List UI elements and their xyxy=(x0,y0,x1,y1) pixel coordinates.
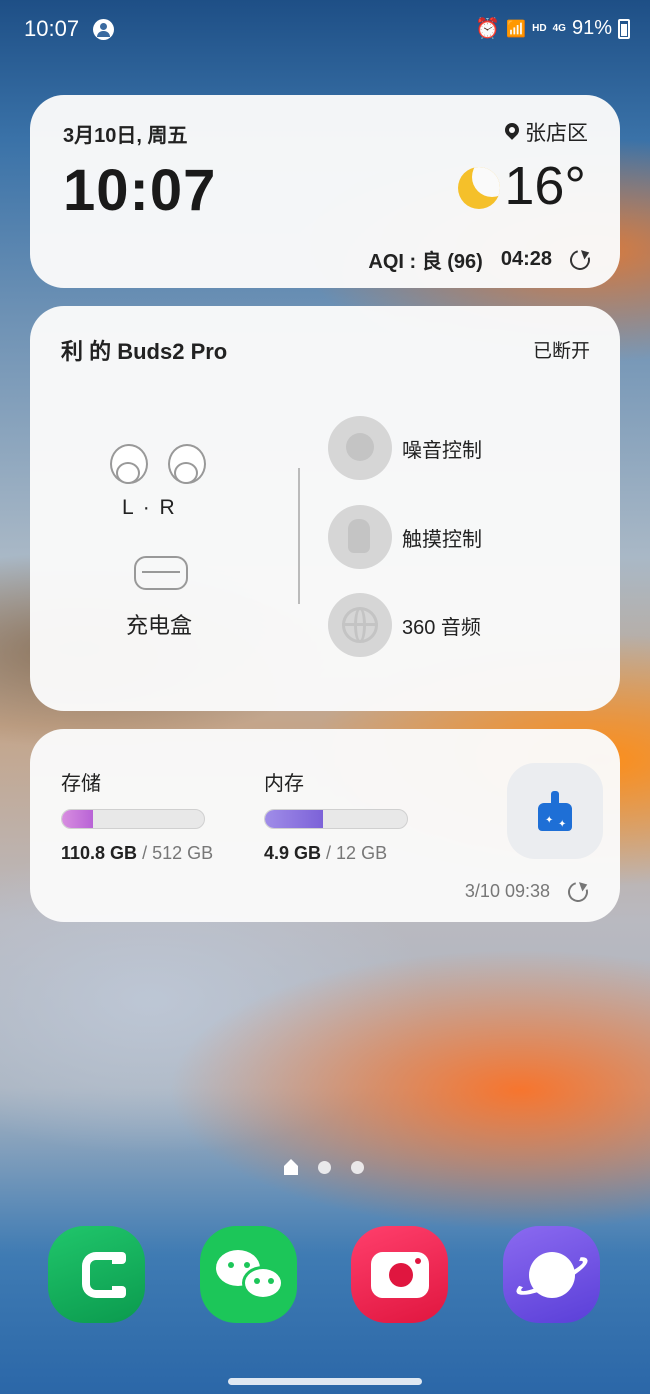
storage-updated-time: 3/10 09:38 xyxy=(464,881,550,901)
wechat-icon[interactable] xyxy=(200,1226,297,1323)
noise-control-label: 噪音控制 xyxy=(402,439,482,462)
touch-control-label: 触摸控制 xyxy=(402,528,482,551)
refresh-icon[interactable] xyxy=(564,877,592,906)
memory-value: 4.9 GB / 12 GB xyxy=(264,843,408,864)
storage-used: 110.8 GB xyxy=(61,843,138,863)
right-earbud-icon xyxy=(168,444,212,488)
alarm-icon: ⏰ xyxy=(475,18,501,40)
left-earbud-icon xyxy=(110,444,154,488)
navigation-handle[interactable] xyxy=(228,1378,422,1385)
storage-total: / 512 GB xyxy=(142,843,214,863)
touch-control-icon xyxy=(328,505,392,569)
device-care-widget[interactable]: 存储 110.8 GB / 512 GB 内存 4.9 GB / 12 GB ✦… xyxy=(30,729,620,922)
clock-time[interactable]: 10:07 xyxy=(63,157,216,224)
touch-control-button[interactable]: 触摸控制 xyxy=(328,505,482,569)
temperature[interactable]: 16° xyxy=(504,155,586,217)
audio-360-button[interactable]: 360 音频 xyxy=(328,593,481,657)
noise-control-icon xyxy=(328,416,392,480)
location-pin-icon xyxy=(505,123,519,141)
charging-case-icon xyxy=(134,556,188,590)
buds-connection-status: 已断开 xyxy=(532,341,590,362)
earbuds-icon xyxy=(110,444,214,490)
status-indicators: ⏰ 📶 HD 4G 91% xyxy=(475,16,630,41)
location-label: 张店区 xyxy=(525,122,588,145)
user-icon xyxy=(93,19,114,40)
buds-widget[interactable]: 利 的 Buds2 Pro 已断开 L · R 充电盒 噪音控制 触摸控制 36… xyxy=(30,306,620,711)
storage-value: 110.8 GB / 512 GB xyxy=(61,843,213,864)
noise-control-button[interactable]: 噪音控制 xyxy=(328,416,482,480)
hd-indicator: HD xyxy=(532,23,547,34)
buds-device-name: 利 的 Buds2 Pro xyxy=(61,339,228,364)
storage-section: 存储 110.8 GB / 512 GB xyxy=(61,767,213,864)
divider xyxy=(298,468,300,604)
memory-total: / 12 GB xyxy=(326,843,388,863)
status-time: 10:07 xyxy=(24,16,80,41)
audio-360-icon xyxy=(328,593,392,657)
location[interactable]: 张店区 xyxy=(505,117,588,147)
moon-icon xyxy=(458,167,500,209)
date-label: 3月10日, 周五 xyxy=(63,125,188,147)
storage-updated: 3/10 09:38 xyxy=(464,877,592,906)
home-page-icon[interactable] xyxy=(284,1159,298,1175)
broom-clean-icon: ✦ ✦ xyxy=(538,791,572,831)
page-dot[interactable] xyxy=(351,1161,364,1174)
page-dot[interactable] xyxy=(318,1161,331,1174)
battery-text: 91% xyxy=(571,17,612,39)
battery-icon xyxy=(618,18,630,39)
status-bar: 10:07 ⏰ 📶 HD 4G 91% xyxy=(0,0,650,60)
charging-case-label: 充电盒 xyxy=(126,613,193,638)
refresh-icon[interactable] xyxy=(566,245,594,274)
weather-updated-time: 04:28 xyxy=(500,248,552,270)
memory-progress-bar xyxy=(264,809,408,829)
memory-section: 内存 4.9 GB / 12 GB xyxy=(264,767,408,864)
wifi-icon: 📶 xyxy=(506,20,527,38)
phone-icon[interactable] xyxy=(48,1226,145,1323)
storage-title: 存储 xyxy=(61,773,101,795)
app-dock xyxy=(0,1226,650,1324)
aqi-label: AQI : 良 (96) xyxy=(368,251,483,273)
earbuds-label: L · R xyxy=(122,496,177,519)
memory-title: 内存 xyxy=(264,773,304,795)
page-indicator[interactable] xyxy=(284,1159,364,1175)
weather-details: AQI : 良 (96) 04:28 xyxy=(368,245,594,274)
internet-icon[interactable] xyxy=(503,1226,600,1323)
clean-now-button[interactable]: ✦ ✦ xyxy=(507,763,603,859)
camera-icon[interactable] xyxy=(351,1226,448,1323)
storage-progress-bar xyxy=(61,809,205,829)
memory-used: 4.9 GB xyxy=(264,843,322,863)
clock-weather-widget[interactable]: 3月10日, 周五 张店区 10:07 16° AQI : 良 (96) 04:… xyxy=(30,95,620,288)
network-generation: 4G xyxy=(552,23,566,34)
audio-360-label: 360 音频 xyxy=(402,616,481,639)
